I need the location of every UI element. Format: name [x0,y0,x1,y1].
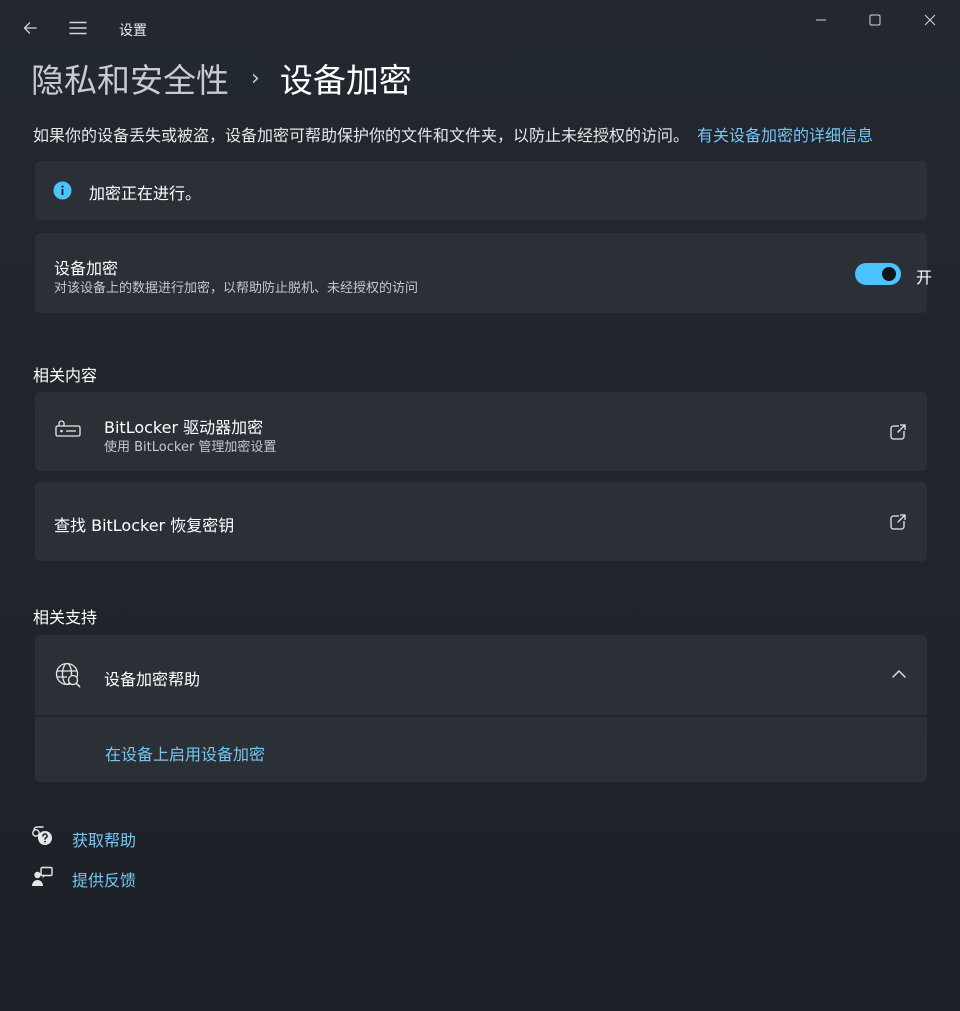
find-recovery-key-item[interactable]: 查找 BitLocker 恢复密钥 [35,482,927,561]
get-help-icon [32,826,52,845]
related-content-heading: 相关内容 [33,366,98,385]
minimize-button[interactable] [794,0,848,40]
get-help-link[interactable]: 获取帮助 [72,827,136,851]
app-title: 设置 [119,23,147,39]
hamburger-menu-icon [69,21,87,35]
device-encryption-title: 设备加密 [54,259,119,278]
encryption-help-title: 设备加密帮助 [104,670,201,689]
open-external-icon [890,423,907,440]
minimize-icon [816,19,826,21]
info-banner-text: 加密正在进行。 [89,184,202,203]
page-description: 如果你的设备丢失或被盗，设备加密可帮助保护你的文件和文件夹，以防止未经授权的访问… [33,122,873,146]
enable-device-encryption-link[interactable]: 在设备上启用设备加密 [105,741,265,765]
device-encryption-toggle[interactable] [855,263,901,285]
encryption-help-expander[interactable]: 设备加密帮助 [35,635,927,715]
related-support-heading: 相关支持 [33,608,98,627]
info-icon [53,181,72,200]
info-banner: 加密正在进行。 [35,161,927,220]
page-title: 设备加密 [279,61,412,100]
bitlocker-key-icon [55,420,81,437]
back-button[interactable] [10,8,50,48]
bitlocker-drive-encryption-item[interactable]: BitLocker 驱动器加密 使用 BitLocker 管理加密设置 [35,392,927,471]
toggle-knob [882,267,896,281]
device-encryption-subtitle: 对该设备上的数据进行加密，以帮助防止脱机、未经授权的访问 [54,281,419,296]
toggle-state-label: 开 [916,268,933,287]
chevron-up-icon[interactable] [892,669,906,679]
navigation-menu-button[interactable] [58,8,98,48]
back-arrow-icon [23,22,37,34]
encryption-help-content: 在设备上启用设备加密 [35,717,927,782]
feedback-icon [32,866,53,886]
close-icon [924,14,936,26]
learn-more-link[interactable]: 有关设备加密的详细信息 [697,126,873,145]
bitlocker-subtitle: 使用 BitLocker 管理加密设置 [104,440,277,455]
breadcrumb-separator: › [251,65,260,91]
find-recovery-key-title: 查找 BitLocker 恢复密钥 [54,516,235,535]
maximize-button[interactable] [848,0,902,40]
close-button[interactable] [903,0,957,40]
feedback-link[interactable]: 提供反馈 [72,867,136,891]
title-bar: 设置 [0,0,960,48]
bitlocker-title: BitLocker 驱动器加密 [104,418,264,437]
globe-search-icon [55,662,81,688]
breadcrumb-parent[interactable]: 隐私和安全性 [31,54,229,102]
description-text: 如果你的设备丢失或被盗，设备加密可帮助保护你的文件和文件夹，以防止未经授权的访问… [33,126,690,145]
breadcrumb: 隐私和安全性 › 设备加密 [31,56,412,100]
open-external-icon [890,513,907,530]
device-encryption-card: 设备加密 对该设备上的数据进行加密，以帮助防止脱机、未经授权的访问 开 [35,233,932,313]
settings-window: 设置 隐私和安全性 › 设备加密 如果你的设备丢失或被盗，设备加密可帮助保护你的… [0,0,960,1011]
maximize-icon [869,14,881,26]
